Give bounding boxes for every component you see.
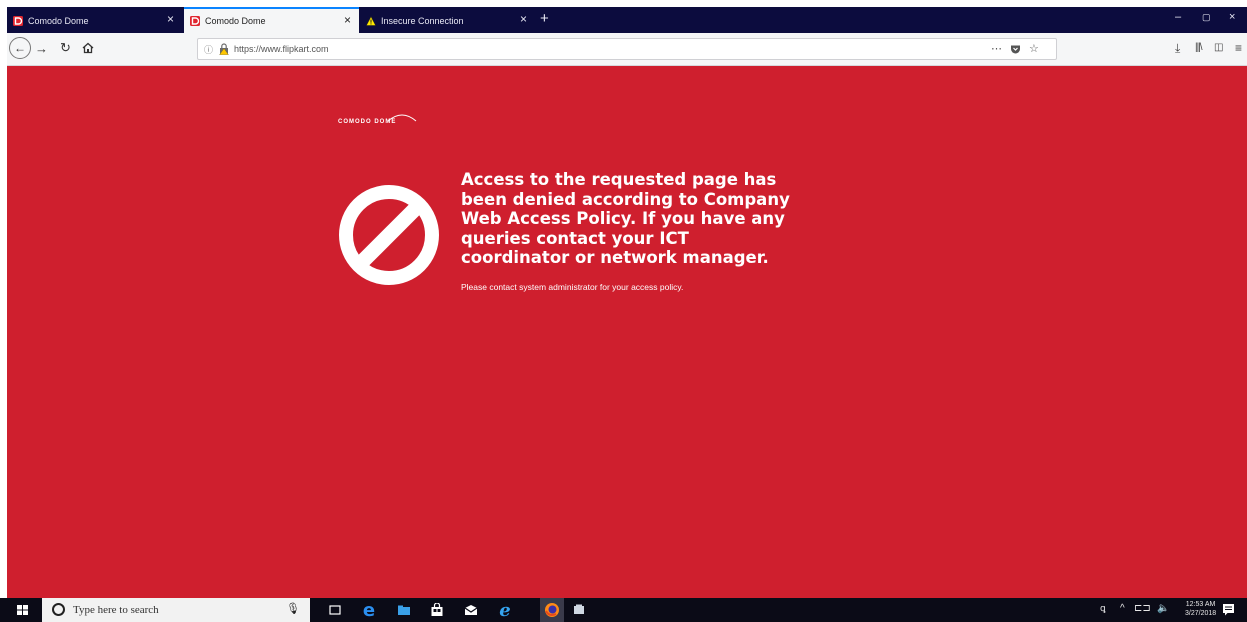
access-policy-note: Please contact system administrator for … bbox=[461, 282, 684, 292]
library-icon[interactable]: |||\ bbox=[1195, 42, 1203, 53]
people-icon[interactable]: ꝗ bbox=[1100, 603, 1106, 614]
comodo-dome-logo: COMODO DOME bbox=[338, 112, 417, 130]
network-icon[interactable]: ⊏⊐ bbox=[1134, 603, 1151, 614]
action-center-icon[interactable] bbox=[1222, 603, 1235, 616]
close-tab-icon[interactable]: × bbox=[344, 14, 351, 26]
edge-browser-icon[interactable]: e bbox=[360, 600, 378, 621]
taskbar-search-box[interactable]: Type here to search 🎙 bbox=[42, 598, 310, 622]
restore-icon[interactable]: ▢ bbox=[1202, 12, 1211, 23]
home-button[interactable] bbox=[82, 38, 94, 58]
reload-button[interactable]: ↻ bbox=[60, 38, 71, 58]
reload-icon: ↻ bbox=[60, 40, 71, 55]
navigation-toolbar: ← → ↻ ⓘ https://www.flipkart.com ⋯ ☆ ⤓ |… bbox=[7, 33, 1247, 66]
mail-icon[interactable] bbox=[462, 601, 480, 619]
task-view-icon[interactable] bbox=[326, 601, 344, 619]
address-bar[interactable]: ⓘ https://www.flipkart.com ⋯ ☆ bbox=[197, 38, 1057, 60]
clock-date: 3/27/2018 bbox=[1185, 610, 1217, 617]
downloads-icon[interactable]: ⤓ bbox=[1175, 41, 1180, 56]
store-icon[interactable] bbox=[428, 601, 446, 619]
forward-button[interactable]: → bbox=[35, 38, 48, 58]
tab-label: Comodo Dome bbox=[205, 16, 266, 26]
show-hidden-icons-chevron[interactable]: ^ bbox=[1120, 603, 1125, 614]
windows-start-icon[interactable] bbox=[10, 602, 36, 618]
info-icon[interactable]: ⓘ bbox=[204, 43, 213, 56]
pocket-icon[interactable] bbox=[1010, 44, 1021, 55]
tab-insecure-connection[interactable]: Insecure Connection × bbox=[360, 8, 535, 33]
microphone-icon[interactable]: 🎙 bbox=[286, 602, 300, 615]
logo-text: COMODO DOME bbox=[338, 119, 397, 125]
app-icon[interactable] bbox=[570, 601, 588, 619]
url-text[interactable]: https://www.flipkart.com bbox=[234, 44, 329, 54]
page-actions-icon[interactable]: ⋯ bbox=[991, 42, 1002, 55]
close-tab-icon[interactable]: × bbox=[520, 13, 527, 25]
comodo-dome-icon bbox=[13, 15, 23, 26]
tab-label: Comodo Dome bbox=[28, 15, 89, 26]
back-button[interactable]: ← bbox=[9, 37, 31, 59]
volume-icon[interactable]: 🔈 bbox=[1157, 603, 1169, 614]
close-tab-icon[interactable]: × bbox=[167, 13, 174, 25]
minimize-icon[interactable]: – bbox=[1175, 11, 1181, 23]
tab-comodo-dome-1[interactable]: Comodo Dome × bbox=[7, 8, 182, 33]
tab-label: Insecure Connection bbox=[381, 15, 464, 26]
warning-icon bbox=[366, 15, 376, 26]
comodo-dome-icon bbox=[190, 16, 200, 26]
menu-icon[interactable]: ≡ bbox=[1235, 41, 1242, 55]
clock-time: 12:53 AM bbox=[1185, 601, 1216, 608]
access-denied-icon bbox=[339, 185, 439, 285]
insecure-lock-icon[interactable] bbox=[219, 43, 229, 55]
access-denied-message: Access to the requested page has been de… bbox=[461, 170, 790, 267]
internet-explorer-icon[interactable]: e bbox=[496, 600, 514, 621]
blocked-page: COMODO DOME Access to the requested page… bbox=[7, 66, 1247, 598]
close-window-icon[interactable]: × bbox=[1229, 11, 1235, 23]
forward-arrow-icon: → bbox=[35, 40, 48, 56]
new-tab-button[interactable]: + bbox=[540, 10, 549, 28]
tab-comodo-dome-2[interactable]: Comodo Dome × bbox=[184, 7, 359, 33]
screen: Comodo Dome × Comodo Dome × Insecure Con… bbox=[0, 0, 1247, 622]
system-clock[interactable]: 12:53 AM 3/27/2018 bbox=[1185, 600, 1216, 618]
back-arrow-icon: ← bbox=[14, 41, 26, 55]
sidebar-icon[interactable]: ◫ bbox=[1214, 42, 1223, 53]
bookmark-star-icon[interactable]: ☆ bbox=[1029, 42, 1039, 55]
firefox-icon[interactable] bbox=[540, 598, 564, 622]
search-placeholder[interactable]: Type here to search bbox=[73, 604, 159, 616]
file-explorer-icon[interactable] bbox=[395, 601, 413, 619]
windows-taskbar: Type here to search 🎙 e e ꝗ ^ ⊏⊐ 🔈 12:53… bbox=[0, 598, 1247, 622]
home-icon bbox=[82, 42, 94, 54]
tab-strip: Comodo Dome × Comodo Dome × Insecure Con… bbox=[7, 7, 1247, 33]
cortana-icon bbox=[52, 603, 65, 616]
